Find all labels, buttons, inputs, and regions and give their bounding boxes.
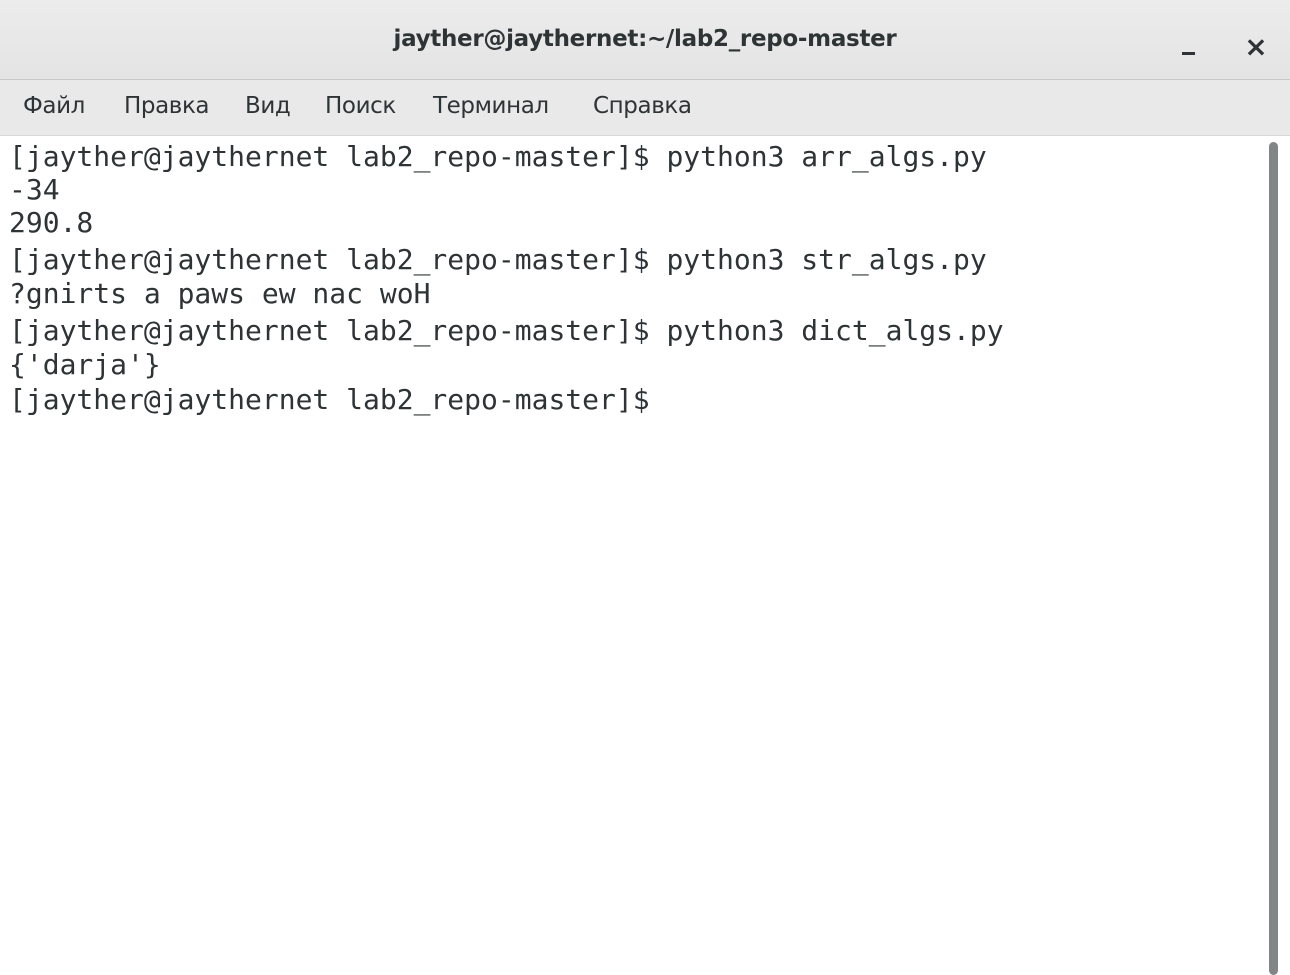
terminal-line: -34	[9, 173, 60, 206]
close-button[interactable]: ×	[1238, 28, 1274, 64]
minimize-icon	[1181, 51, 1195, 55]
menu-help[interactable]: Справка	[593, 93, 692, 119]
scrollbar-thumb[interactable]	[1269, 142, 1278, 975]
terminal-line: [jayther@jaythernet lab2_repo-master]$ p…	[9, 243, 987, 276]
menu-search[interactable]: Поиск	[325, 93, 396, 119]
vertical-scrollbar[interactable]	[1264, 136, 1290, 975]
title-bar[interactable]: jayther@jaythernet:~/lab2_repo-master ×	[0, 0, 1290, 80]
menu-terminal[interactable]: Терминал	[433, 93, 549, 119]
terminal-line: [jayther@jaythernet lab2_repo-master]$ p…	[9, 140, 987, 173]
terminal-prompt: [jayther@jaythernet lab2_repo-master]$	[9, 383, 650, 416]
menu-file[interactable]: Файл	[23, 93, 85, 119]
terminal-output[interactable]: [jayther@jaythernet lab2_repo-master]$ p…	[0, 136, 1264, 975]
terminal-line: {'darja'}	[9, 348, 161, 381]
menu-bar: Файл Правка Вид Поиск Терминал Справка	[0, 80, 1290, 136]
terminal-line: ?gnirts a paws ew nac woH	[9, 277, 431, 310]
menu-view[interactable]: Вид	[245, 93, 291, 119]
terminal-line: [jayther@jaythernet lab2_repo-master]$ p…	[9, 314, 1004, 347]
minimize-button[interactable]	[1170, 28, 1206, 64]
menu-edit[interactable]: Правка	[124, 93, 210, 119]
window-title: jayther@jaythernet:~/lab2_repo-master	[393, 26, 897, 52]
terminal-line: 290.8	[9, 206, 94, 239]
terminal-window: jayther@jaythernet:~/lab2_repo-master × …	[0, 0, 1290, 975]
close-icon: ×	[1244, 29, 1268, 63]
